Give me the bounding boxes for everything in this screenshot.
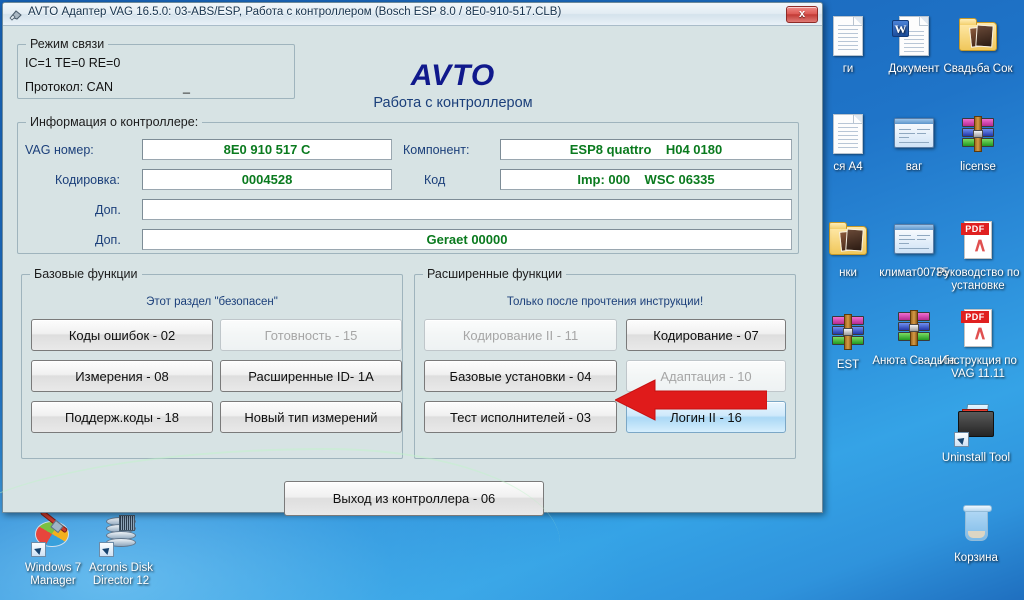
- acronis-disk-icon: [97, 513, 145, 559]
- button-adaptation-10: Адаптация - 10: [626, 360, 786, 392]
- protocol-extra: _: [183, 80, 190, 94]
- basic-functions-hint: Этот раздел "безопасен": [146, 296, 278, 308]
- button-login-ii-16[interactable]: Логин II - 16: [626, 401, 786, 433]
- component-label: Компонент:: [403, 143, 470, 157]
- desktop-icon-16[interactable]: Acronis Disk Director 12: [73, 513, 169, 588]
- desktop-icon-13[interactable]: Uninstall Tool: [928, 403, 1024, 465]
- window-client-area: Режим связи IC=1 TE=0 RE=0 Протокол: CAN…: [3, 26, 822, 516]
- extra1-label: Доп.: [95, 203, 121, 217]
- coding-label: Кодировка:: [55, 173, 120, 187]
- desktop-icon-label: Инструкция по VAG 11.11: [939, 355, 1017, 380]
- extra2-field[interactable]: Geraet 00000: [142, 229, 792, 250]
- advanced-functions-hint: Только после прочтения инструкции!: [506, 296, 704, 308]
- winrar-archive-icon: [954, 112, 1002, 158]
- desktop-icon-label: Uninstall Tool: [941, 452, 1011, 464]
- button-supported-codes-18[interactable]: Поддерж.коды - 18: [31, 401, 213, 433]
- protocol-label: Протокол: CAN: [25, 80, 114, 94]
- comm-mode-caption: Режим связи: [26, 37, 109, 51]
- app-icon: [9, 8, 23, 21]
- desktop-icon-9[interactable]: PDF ∧ Руководство по установке: [930, 218, 1024, 293]
- extra2-label: Доп.: [95, 233, 121, 247]
- desktop-icon-label: Руководство по установке: [936, 267, 1020, 292]
- advanced-functions-caption: Расширенные функции: [423, 267, 567, 281]
- brand-name: AVTO: [410, 59, 496, 92]
- vag-number-label: VAG номер:: [25, 143, 94, 157]
- uninstall-tool-icon: [952, 403, 1000, 449]
- button-basic-settings-04[interactable]: Базовые установки - 04: [424, 360, 617, 392]
- button-readiness-15: Готовность - 15: [220, 319, 402, 351]
- button-exit-controller-06[interactable]: Выход из контроллера - 06: [284, 481, 544, 516]
- button-measurements-08[interactable]: Измерения - 08: [31, 360, 213, 392]
- desktop-icon-12[interactable]: PDF ∧ Инструкция по VAG 11.11: [930, 306, 1024, 381]
- recycle-bin-icon: [952, 503, 1000, 549]
- vag-number-field[interactable]: 8E0 910 517 C: [142, 139, 392, 160]
- winrar-archive-icon: [824, 310, 872, 356]
- desktop-icon-6[interactable]: license: [930, 112, 1024, 174]
- brand-logo: AVTO Работа с контроллером: [333, 59, 573, 113]
- component-field[interactable]: ESP8 quattro H04 0180: [500, 139, 792, 160]
- window-titlebar[interactable]: AVTO Адаптер VAG 16.5.0: 03-ABS/ESP, Раб…: [3, 3, 822, 26]
- button-coding-07[interactable]: Кодирование - 07: [626, 319, 786, 351]
- code-label: Код: [424, 173, 446, 187]
- brand-subtitle: Работа с контроллером: [373, 95, 533, 111]
- desktop-icon-label: Acronis Disk Director 12: [89, 562, 153, 587]
- close-icon: x: [798, 8, 806, 20]
- desktop-icon-3[interactable]: Свадьба Сок: [930, 14, 1024, 76]
- pdf-icon: PDF ∧: [954, 306, 1002, 352]
- close-button[interactable]: x: [786, 6, 818, 23]
- comm-mode-counters: IC=1 TE=0 RE=0: [25, 56, 121, 70]
- document-icon: [824, 14, 872, 60]
- folder-icon: [824, 218, 872, 264]
- extra1-field[interactable]: [142, 199, 792, 220]
- pdf-icon: PDF ∧: [954, 218, 1002, 264]
- avto-adapter-window: AVTO Адаптер VAG 16.5.0: 03-ABS/ESP, Раб…: [2, 2, 823, 516]
- button-extended-id-1a[interactable]: Расширенные ID- 1A: [220, 360, 402, 392]
- desktop-icon-label: Корзина: [954, 552, 998, 564]
- document-icon: [824, 112, 872, 158]
- desktop-background: ги W Документ Свадьба Сок ся А4 ваг license нки…: [0, 0, 1024, 600]
- folder-icon: [954, 14, 1002, 60]
- window-title: AVTO Адаптер VAG 16.5.0: 03-ABS/ESP, Раб…: [28, 6, 562, 18]
- button-actuator-test-03[interactable]: Тест исполнителей - 03: [424, 401, 617, 433]
- basic-functions-caption: Базовые функции: [30, 267, 142, 281]
- desktop-icon-label: license: [960, 161, 996, 173]
- button-new-measurement-type[interactable]: Новый тип измерений: [220, 401, 402, 433]
- windows7-manager-icon: [29, 509, 77, 559]
- button-coding-ii-11: Кодирование II - 11: [424, 319, 617, 351]
- controller-info-caption: Информация о контроллере:: [26, 115, 203, 129]
- code-field[interactable]: Imp: 000 WSC 06335: [500, 169, 792, 190]
- desktop-icon-label: Свадьба Сок: [943, 63, 1013, 75]
- desktop-icon-14[interactable]: Корзина: [928, 503, 1024, 565]
- coding-field[interactable]: 0004528: [142, 169, 392, 190]
- button-fault-codes-02[interactable]: Коды ошибок - 02: [31, 319, 213, 351]
